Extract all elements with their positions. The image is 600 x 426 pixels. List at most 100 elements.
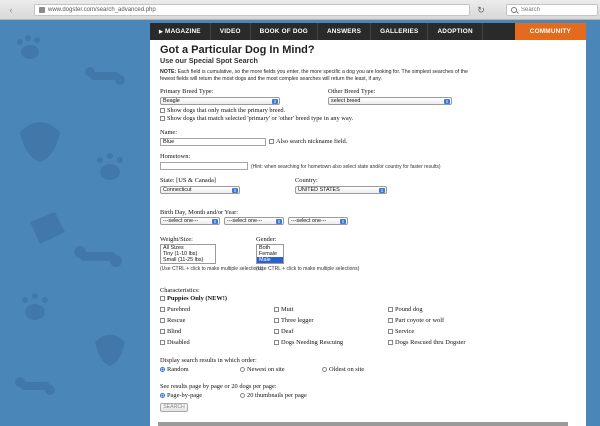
state-select[interactable]: Connecticut ⇕ [160,186,240,194]
browser-toolbar: ‹ www.dogster.com/search_advanced.php ↻ [0,0,600,20]
nav-answers[interactable]: ANSWERS [318,23,372,40]
checkbox[interactable] [274,307,279,312]
state-label: State: [US & Canada] [160,177,216,184]
characteristic-label: Purebred [167,306,191,313]
characteristic-label: Disabled [167,339,190,346]
checkbox[interactable] [388,318,393,323]
checkbox[interactable] [160,340,165,345]
characteristic-option[interactable]: Rescue [160,317,185,324]
characteristic-option[interactable]: Three legger [274,317,313,324]
birth-month-value: ---select one--- [227,218,263,224]
nav-galleries[interactable]: GALLERIES [371,23,429,40]
paging-option-thumbnails[interactable]: 20 thumbnails per page [240,392,307,399]
paging-option-page[interactable]: Page-by-page [160,392,202,399]
main-nav: ▶ MAGAZINE VIDEO BOOK OF DOG ANSWERS GALL… [150,23,586,40]
country-label: Country: [295,177,318,184]
address-bar[interactable]: www.dogster.com/search_advanced.php [34,4,470,16]
primary-breed-select[interactable]: Beagle ⇕ [160,97,280,105]
order-option-random[interactable]: Random [160,366,189,373]
checkbox[interactable] [160,318,165,323]
footer-divider [158,422,568,426]
characteristic-label: Pound dog [395,306,423,313]
characteristic-option[interactable]: Mutt [274,306,293,313]
nav-community[interactable]: COMMUNITY [514,23,586,40]
radio-button[interactable] [322,367,327,372]
checkbox[interactable] [160,296,165,301]
page-title: Got a Particular Dog In Mind? [160,44,315,56]
checkbox[interactable] [388,340,393,345]
checkbox[interactable] [269,139,274,144]
characteristic-label: Service [395,328,415,335]
country-select[interactable]: UNITED STATES ⇕ [295,186,387,194]
country-value: UNITED STATES [298,187,340,193]
name-label: Name: [160,129,178,136]
checkbox[interactable] [388,307,393,312]
search-button[interactable]: SEARCH [160,403,188,412]
reload-icon[interactable]: ↻ [476,5,486,15]
select-caret-icon: ⇕ [212,219,218,224]
nav-magazine[interactable]: ▶ MAGAZINE [150,23,211,40]
nav-magazine-label: MAGAZINE [165,28,201,35]
search-note: NOTE: Each field is cumulative, so the m… [160,69,480,82]
radio-button[interactable] [240,367,245,372]
characteristic-option[interactable]: Blind [160,328,181,335]
checkbox[interactable] [274,340,279,345]
back-arrow-icon[interactable]: ‹ [6,5,16,15]
characteristic-option[interactable]: Deaf [274,328,293,335]
characteristic-label: Mutt [281,306,294,313]
characteristic-option[interactable]: Service [388,328,414,335]
select-caret-icon: ⇕ [379,188,385,193]
breed-option-primary-only[interactable]: Show dogs that only match the primary br… [160,107,285,114]
radio-button[interactable] [240,393,245,398]
characteristic-label: Part coyote or wolf [395,317,445,324]
breed-option-any[interactable]: Show dogs that match selected 'primary' … [160,115,353,122]
paging-option-label: Page-by-page [167,392,203,399]
birth-year-select[interactable]: ---select one--- ⇕ [288,217,348,225]
nav-adoption[interactable]: ADOPTION [428,23,483,40]
other-breed-select[interactable]: select breed ⇕ [328,97,452,105]
nickname-option[interactable]: Also search nickname field. [269,138,347,145]
gender-option-selected[interactable]: Male [257,257,283,263]
characteristic-option[interactable]: Dogs Needing Rescuing [274,339,343,346]
browser-search-box[interactable] [506,4,598,16]
weight-label: Weight/Size: [160,236,193,243]
checkbox[interactable] [160,116,165,121]
order-option-newest[interactable]: Newest on site [240,366,285,373]
birth-month-select[interactable]: ---select one--- ⇕ [224,217,284,225]
hometown-input[interactable] [160,162,248,170]
checkbox[interactable] [160,329,165,334]
gender-listbox[interactable]: Both Female Male [256,244,284,264]
name-input[interactable]: Blue [160,138,266,146]
characteristic-option[interactable]: Purebred [160,306,190,313]
checkbox[interactable] [274,318,279,323]
order-option-label: Random [167,366,189,373]
checkbox[interactable] [160,108,165,113]
checkbox[interactable] [388,329,393,334]
puppies-option[interactable]: Puppies Only (NEW!) [160,295,227,302]
characteristic-label: Rescue [167,317,186,324]
characteristic-option[interactable]: Dogs Rescued thru Dogster [388,339,465,346]
characteristic-option[interactable]: Pound dog [388,306,423,313]
hometown-hint: (Hint: when searching for hometown also … [251,164,441,170]
radio-button-selected[interactable] [160,367,165,372]
checkbox[interactable] [160,307,165,312]
paging-option-label: 20 thumbnails per page [247,392,307,399]
nav-video[interactable]: VIDEO [211,23,251,40]
breed-option-primary-only-label: Show dogs that only match the primary br… [167,107,286,114]
state-value: Connecticut [163,187,192,193]
characteristic-option[interactable]: Part coyote or wolf [388,317,444,324]
birth-day-select[interactable]: ---select one--- ⇕ [160,217,220,225]
order-option-oldest[interactable]: Oldest on site [322,366,364,373]
checkbox[interactable] [274,329,279,334]
weight-option[interactable]: Small (11-25 lbs) [161,257,215,263]
browser-search-input[interactable] [521,7,591,13]
play-arrow-icon: ▶ [159,29,164,35]
search-panel: Got a Particular Dog In Mind? Use our Sp… [150,40,586,426]
primary-breed-value: Beagle [163,98,180,104]
order-option-label: Oldest on site [329,366,365,373]
nav-book-of-dog[interactable]: BOOK OF DOG [251,23,318,40]
weight-listbox[interactable]: All Sizes Tiny (1-10 lbs) Small (11-25 l… [160,244,216,264]
radio-button-selected[interactable] [160,393,165,398]
select-caret-icon: ⇕ [276,219,282,224]
characteristic-option[interactable]: Disabled [160,339,190,346]
